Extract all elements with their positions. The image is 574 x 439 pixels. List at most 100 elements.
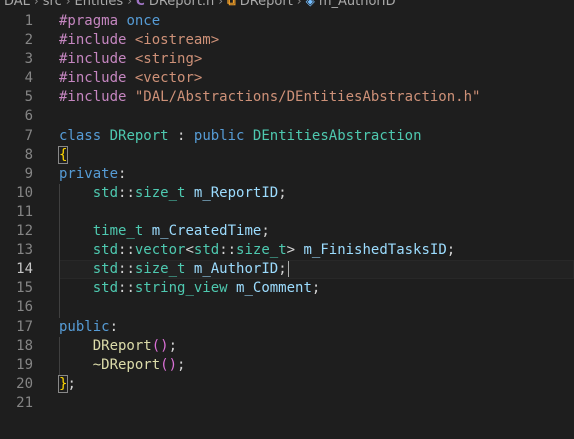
code-line[interactable]: 6	[0, 107, 574, 126]
code-text: DReport();	[59, 337, 177, 356]
code-token: m_ReportID	[193, 184, 279, 201]
line-number: 18	[16, 337, 33, 354]
code-text: #include <vector>	[59, 69, 202, 88]
code-text: };	[57, 374, 76, 394]
line-number: 12	[16, 223, 33, 240]
code-line[interactable]: 18 DReport();	[0, 336, 574, 356]
code-line[interactable]: 2 #include <iostream>	[0, 31, 574, 50]
code-token: m_CreatedTime	[151, 223, 262, 240]
code-line[interactable]: 7 class DReport : public DEntitiesAbstrac…	[0, 127, 574, 146]
code-token: ::	[118, 280, 135, 297]
code-token: time_t	[92, 223, 144, 240]
line-number: 6	[24, 108, 33, 125]
code-token: ::	[118, 242, 135, 259]
code-token: std	[92, 261, 119, 278]
code-line[interactable]: 14 std::size_t m_AuthorID;	[0, 260, 574, 280]
code-text: std::string_view m_Comment;	[59, 279, 321, 298]
code-token: DReport	[92, 337, 152, 354]
code-text: time_t m_CreatedTime;	[59, 222, 270, 241]
code-token: m_Comment	[236, 280, 312, 297]
code-token: ()	[151, 337, 169, 354]
line-number: 5	[24, 89, 33, 106]
breadcrumb-item-entities[interactable]: Entities	[75, 0, 124, 9]
breadcrumb: DAL › src › Entities › C DReport.h › ⧉ D…	[0, 0, 574, 10]
code-text: ~DReport();	[59, 356, 186, 375]
code-line[interactable]: 19 ~DReport();	[0, 355, 574, 375]
code-token: once	[126, 13, 161, 29]
breadcrumb-item-class[interactable]: DReport	[240, 0, 293, 9]
code-line[interactable]: 10 std::size_t m_ReportID;	[0, 183, 574, 203]
code-token: size_t	[236, 242, 287, 259]
code-token: std	[92, 184, 119, 201]
code-token: public	[59, 318, 110, 335]
code-token: private	[59, 165, 119, 182]
code-line[interactable]: 5 #include "DAL/Abstractions/DEntitiesAbs…	[0, 88, 574, 107]
line-number: 16	[16, 299, 33, 316]
indent-guide	[59, 202, 60, 223]
code-token: :	[168, 127, 194, 144]
code-token: size_t	[134, 184, 186, 201]
code-token: ::	[118, 261, 135, 278]
code-editor[interactable]: 1 #pragma once 2 #include <iostream> 3 #inclu…	[0, 12, 574, 413]
code-token: ~DReport	[92, 356, 161, 373]
chevron-right-icon: ›	[33, 0, 39, 8]
code-token: class	[59, 127, 102, 144]
code-text: {	[57, 145, 69, 165]
chevron-right-icon: ›	[127, 0, 132, 8]
code-line[interactable]: 21	[0, 394, 574, 413]
class-icon: ⧉	[227, 0, 236, 8]
breadcrumb-item-src[interactable]: src	[43, 0, 62, 9]
c-file-icon: C	[136, 0, 145, 8]
line-number: 8	[24, 146, 33, 163]
code-line[interactable]: 9 private:	[0, 165, 574, 184]
code-line[interactable]: 17 public:	[0, 318, 574, 337]
field-icon: ◈	[305, 0, 315, 8]
line-number: 9	[24, 165, 33, 182]
code-token: #include	[59, 70, 127, 87]
code-line[interactable]: 8{	[0, 145, 574, 165]
line-number: 14	[16, 261, 33, 278]
line-number: 20	[16, 375, 33, 392]
line-number: 3	[24, 51, 33, 68]
code-token: ;	[311, 280, 321, 297]
code-token: std	[92, 242, 119, 259]
code-token: ;	[177, 356, 186, 373]
code-token: std	[193, 242, 220, 259]
code-text: #include "DAL/Abstractions/DEntitiesAbst…	[59, 88, 480, 107]
code-token: :	[118, 165, 127, 182]
breadcrumb-item-file[interactable]: DReport.h	[149, 0, 214, 9]
code-token: string_view	[134, 280, 228, 297]
code-token: >	[286, 242, 304, 259]
code-text: std::vector<std::size_t> m_FinishedTasks…	[59, 241, 456, 260]
code-line[interactable]: 1 #pragma once	[0, 12, 574, 31]
code-token: :	[109, 318, 119, 335]
code-line[interactable]: 12 time_t m_CreatedTime;	[0, 222, 574, 242]
code-line[interactable]: 20};	[0, 374, 574, 394]
code-line[interactable]: 13 std::vector<std::size_t> m_FinishedTa…	[0, 241, 574, 261]
code-token: public	[193, 127, 245, 144]
code-line[interactable]: 4 #include <vector>	[0, 69, 574, 88]
code-token: ;	[446, 242, 456, 259]
code-line[interactable]: 11	[0, 202, 574, 223]
line-number: 15	[16, 280, 33, 297]
code-text: #include <string>	[59, 50, 202, 69]
code-line[interactable]: 16	[0, 298, 574, 318]
line-number: 13	[16, 242, 33, 259]
code-token: DEntitiesAbstraction	[252, 127, 422, 144]
code-token: ()	[160, 356, 178, 373]
code-line[interactable]: 15 std::string_view m_Comment;	[0, 279, 574, 299]
chevron-right-icon: ›	[65, 0, 71, 8]
code-line[interactable]: 3 #include <string>	[0, 50, 574, 69]
breadcrumb-item-dal[interactable]: DAL	[4, 0, 30, 9]
code-token: ;	[261, 223, 270, 240]
line-number: 10	[16, 184, 33, 201]
breadcrumb-item-field[interactable]: m_AuthorID	[319, 0, 396, 9]
code-token: #include	[59, 89, 127, 106]
code-text: std::size_t m_ReportID;	[59, 184, 287, 203]
